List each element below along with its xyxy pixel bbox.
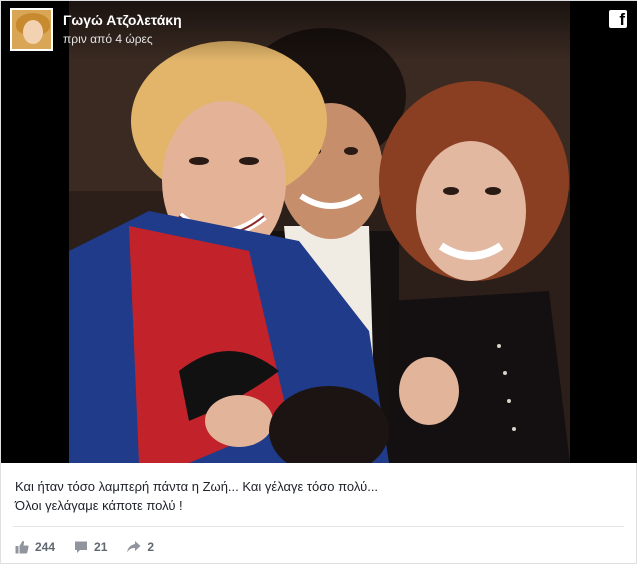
caption-line-2: Όλοι γελάγαμε κάποτε πολύ ! [15, 498, 183, 513]
like-stat[interactable]: 244 [15, 540, 55, 554]
post-caption: Και ήταν τόσο λαμπερή πάντα η Ζωή... Και… [15, 477, 615, 515]
photo-image [69, 1, 570, 463]
post-header: Γωγώ Ατζολετάκη πριν από 4 ώρες f [1, 1, 637, 61]
post-photo[interactable]: Γωγώ Ατζολετάκη πριν από 4 ώρες f [1, 1, 637, 463]
comment-stat[interactable]: 21 [74, 540, 107, 554]
facebook-post-card: Γωγώ Ατζολετάκη πριν από 4 ώρες f Και ήτ… [0, 0, 637, 564]
avatar-face [23, 20, 43, 44]
share-arrow-icon [127, 541, 141, 553]
comment-count: 21 [94, 540, 108, 554]
thumbs-up-icon [15, 540, 29, 554]
photo-illustration [69, 1, 570, 463]
post-stats-bar: 244 21 2 [15, 538, 173, 556]
facebook-icon[interactable]: f [609, 10, 627, 29]
divider [13, 526, 624, 527]
like-count: 244 [35, 540, 56, 554]
author-name[interactable]: Γωγώ Ατζολετάκη [63, 12, 182, 28]
caption-line-1: Και ήταν τόσο λαμπερή πάντα η Ζωή... Και… [15, 479, 379, 494]
share-count: 2 [147, 540, 155, 554]
comment-icon [75, 541, 88, 553]
post-timestamp[interactable]: πριν από 4 ώρες [63, 32, 153, 46]
author-avatar[interactable] [10, 8, 53, 51]
share-stat[interactable]: 2 [126, 540, 154, 554]
